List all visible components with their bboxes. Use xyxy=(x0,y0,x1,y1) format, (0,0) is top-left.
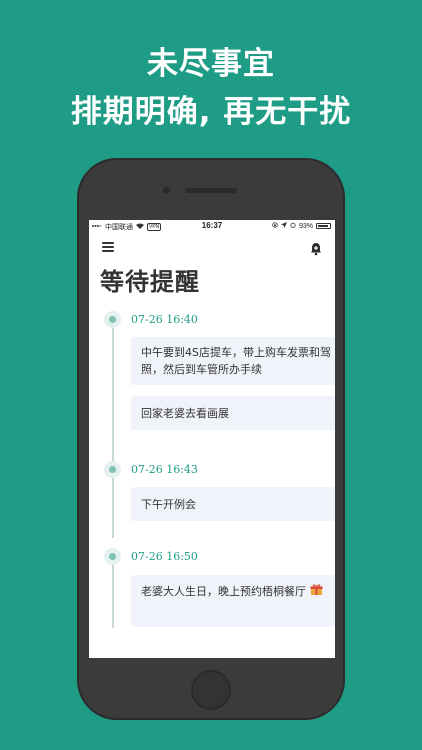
promo-headline-1: 未尽事宜 xyxy=(147,46,275,82)
menu-icon[interactable] xyxy=(102,242,114,252)
gift-icon xyxy=(310,583,323,601)
rotation-lock-icon xyxy=(272,222,278,230)
page-title: 等待提醒 xyxy=(100,268,200,296)
promo-headline-2: 排期明确, 再无干扰 xyxy=(70,94,352,130)
timeline-line xyxy=(112,558,114,628)
battery-icon xyxy=(316,223,331,229)
reminder-text: 老婆大人生日，晚上预约梧桐餐厅 xyxy=(141,585,306,598)
battery-percent: 93% xyxy=(298,222,313,230)
reminder-text: 中午要到4S店提车，带上购车发票和驾照，然后到车管所办手续 xyxy=(141,346,331,376)
timeline-line xyxy=(112,328,114,538)
reminder-text: 回家老婆去看画展 xyxy=(141,406,229,420)
add-reminder-bell-icon[interactable] xyxy=(310,241,322,256)
home-button[interactable] xyxy=(191,670,231,710)
group-time: 07-26 16:43 xyxy=(131,463,198,476)
reminder-card[interactable]: 中午要到4S店提车，带上购车发票和驾照，然后到车管所办手续 xyxy=(131,337,335,385)
reminder-card[interactable]: 老婆大人生日，晚上预约梧桐餐厅 xyxy=(131,575,335,627)
group-time: 07-26 16:40 xyxy=(131,313,198,326)
phone-frame: 中国联通 VPN 16:37 93% 等待提醒 07-26 16:40 中午要到… xyxy=(77,158,345,720)
reminder-card[interactable]: 下午开例会 xyxy=(131,487,335,521)
phone-speaker xyxy=(185,188,237,193)
location-icon xyxy=(280,222,287,230)
alarm-icon xyxy=(290,222,296,230)
phone-camera xyxy=(163,187,170,194)
reminder-card[interactable]: 回家老婆去看画展 xyxy=(131,396,335,430)
reminder-text: 下午开例会 xyxy=(141,497,196,511)
app-screen: 中国联通 VPN 16:37 93% 等待提醒 07-26 16:40 中午要到… xyxy=(89,220,335,658)
timeline-node xyxy=(104,548,121,565)
timeline-node xyxy=(104,461,121,478)
status-bar: 中国联通 VPN 16:37 93% xyxy=(89,220,335,232)
timeline-node xyxy=(104,311,121,328)
group-time: 07-26 16:50 xyxy=(131,550,198,563)
